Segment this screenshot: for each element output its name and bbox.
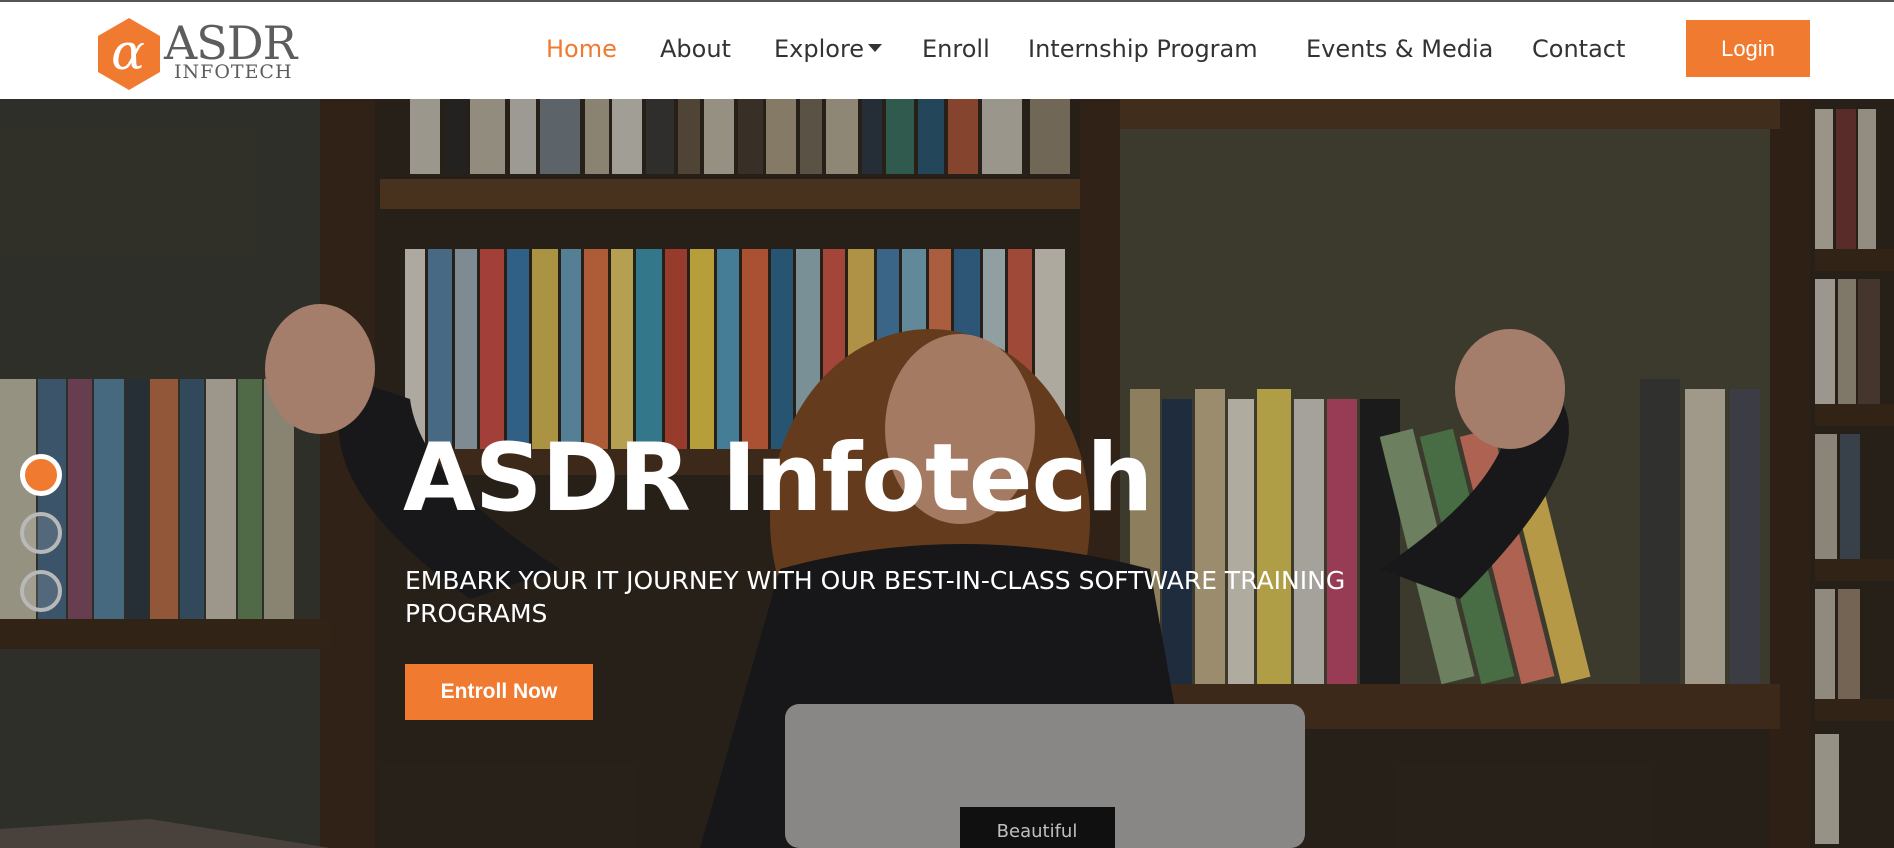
- carousel-dot-3[interactable]: [20, 570, 62, 612]
- caret-down-icon: [868, 44, 883, 52]
- nav-events-media[interactable]: Events & Media: [1306, 32, 1493, 66]
- carousel-dot-1[interactable]: [20, 454, 62, 496]
- svg-text:α: α: [111, 23, 145, 81]
- nav-contact[interactable]: Contact: [1532, 32, 1625, 66]
- logo-wordmark: ASDR: [164, 16, 297, 70]
- nav-enroll[interactable]: Enroll: [922, 32, 990, 66]
- hero-title: ASDR Infotech: [403, 424, 1153, 533]
- hexagon-logo-icon: α: [98, 18, 160, 90]
- nav-internship-program[interactable]: Internship Program: [1028, 32, 1258, 66]
- hero-subtitle: EMBARK YOUR IT JOURNEY WITH OUR BEST-IN-…: [405, 566, 1346, 628]
- nav-explore-label: Explore: [774, 35, 865, 63]
- nav-about[interactable]: About: [660, 32, 731, 66]
- brand-logo[interactable]: α ASDR INFOTECH: [96, 17, 306, 93]
- nav-explore[interactable]: Explore: [774, 32, 883, 66]
- enroll-now-button[interactable]: Entroll Now: [405, 664, 593, 720]
- logo-subtext: INFOTECH: [174, 61, 293, 83]
- carousel-dot-2[interactable]: [20, 512, 62, 554]
- nav-home[interactable]: Home: [546, 32, 617, 66]
- navbar: α ASDR INFOTECH Home About Explore Enrol…: [0, 2, 1894, 99]
- login-button[interactable]: Login: [1686, 20, 1810, 77]
- hero-carousel: Beautiful ASDR Infotech EMBARK YOUR IT J…: [0, 99, 1894, 848]
